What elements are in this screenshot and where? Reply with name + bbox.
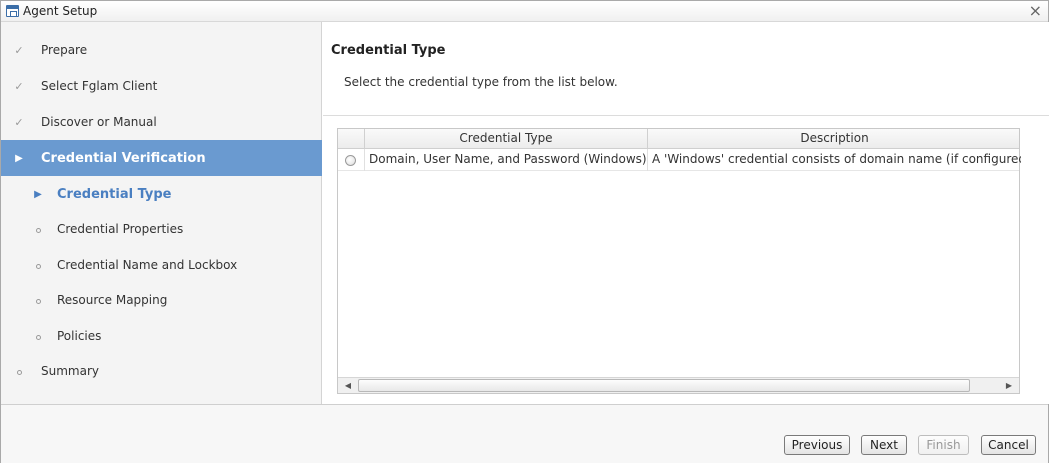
app-window-icon xyxy=(6,5,19,17)
step-discover-or-manual[interactable]: ✓ Discover or Manual xyxy=(1,105,322,139)
scroll-left-icon[interactable]: ◀ xyxy=(340,378,356,393)
checkmark-icon: ✓ xyxy=(14,79,24,93)
circle-icon xyxy=(31,223,45,236)
step-label: Credential Verification xyxy=(41,150,206,166)
step-credential-verification[interactable]: ▶ Credential Verification xyxy=(1,140,322,176)
cancel-button[interactable]: Cancel xyxy=(981,435,1036,455)
checkmark-icon: ✓ xyxy=(14,43,24,57)
step-credential-properties[interactable]: Credential Properties xyxy=(1,212,322,246)
page-title: Credential Type xyxy=(331,43,446,58)
triangle-right-icon: ▶ xyxy=(15,152,23,164)
dialog-footer: Previous Next Finish Cancel xyxy=(1,404,1048,463)
step-label: Select Fglam Client xyxy=(41,79,158,93)
circle-icon xyxy=(31,294,45,307)
horizontal-scrollbar[interactable]: ◀ ▶ xyxy=(338,377,1019,393)
step-credential-type[interactable]: ▶ Credential Type xyxy=(1,177,322,211)
step-resource-mapping[interactable]: Resource Mapping xyxy=(1,283,322,317)
next-button[interactable]: Next xyxy=(861,435,907,455)
step-label: Policies xyxy=(57,329,102,343)
step-label: Discover or Manual xyxy=(41,115,157,129)
circle-icon xyxy=(31,259,45,272)
finish-button[interactable]: Finish xyxy=(918,435,969,455)
page-subtitle: Select the credential type from the list… xyxy=(344,75,618,89)
close-icon[interactable]: × xyxy=(1029,2,1042,20)
circle-icon xyxy=(31,330,45,343)
circle-icon xyxy=(12,365,26,378)
previous-button[interactable]: Previous xyxy=(784,435,850,455)
step-credential-name-and-lockbox[interactable]: Credential Name and Lockbox xyxy=(1,248,322,282)
step-select-fglam-client[interactable]: ✓ Select Fglam Client xyxy=(1,69,322,103)
agent-setup-dialog: Agent Setup × ✓ Prepare ✓ Select Fglam C… xyxy=(0,0,1049,463)
step-policies[interactable]: Policies xyxy=(1,319,322,353)
scrollbar-thumb[interactable] xyxy=(358,379,970,392)
page-header: Credential Type Select the credential ty… xyxy=(323,22,1049,116)
select-column-header xyxy=(338,129,365,149)
column-header-credential-type[interactable]: Credential Type xyxy=(365,129,648,149)
checkmark-icon: ✓ xyxy=(14,115,24,129)
table-header: Credential Type Description xyxy=(338,129,1019,149)
credential-type-table: Credential Type Description Domain, User… xyxy=(337,128,1021,394)
select-cell xyxy=(338,149,365,171)
step-label: Credential Type xyxy=(57,186,172,202)
step-label: Summary xyxy=(41,364,99,378)
window-title: Agent Setup xyxy=(23,4,98,18)
description-cell: A 'Windows' credential consists of domai… xyxy=(652,152,1021,166)
step-label: Resource Mapping xyxy=(57,293,168,307)
main-content: Credential Type Select the credential ty… xyxy=(323,22,1049,404)
wizard-steps-sidebar: ✓ Prepare ✓ Select Fglam Client ✓ Discov… xyxy=(1,22,322,404)
row-radio-button[interactable] xyxy=(345,155,356,166)
step-prepare[interactable]: ✓ Prepare xyxy=(1,33,322,67)
table-row[interactable]: Domain, User Name, and Password (Windows… xyxy=(338,149,1021,171)
title-bar: Agent Setup × xyxy=(1,1,1048,22)
scroll-right-icon[interactable]: ▶ xyxy=(1001,378,1017,393)
step-label: Prepare xyxy=(41,43,88,57)
step-label: Credential Name and Lockbox xyxy=(57,258,238,272)
step-summary[interactable]: Summary xyxy=(1,354,322,388)
column-header-description[interactable]: Description xyxy=(648,129,1021,149)
credential-type-cell: Domain, User Name, and Password (Windows… xyxy=(365,149,648,171)
step-label: Credential Properties xyxy=(57,222,184,236)
triangle-right-icon: ▶ xyxy=(34,188,42,200)
